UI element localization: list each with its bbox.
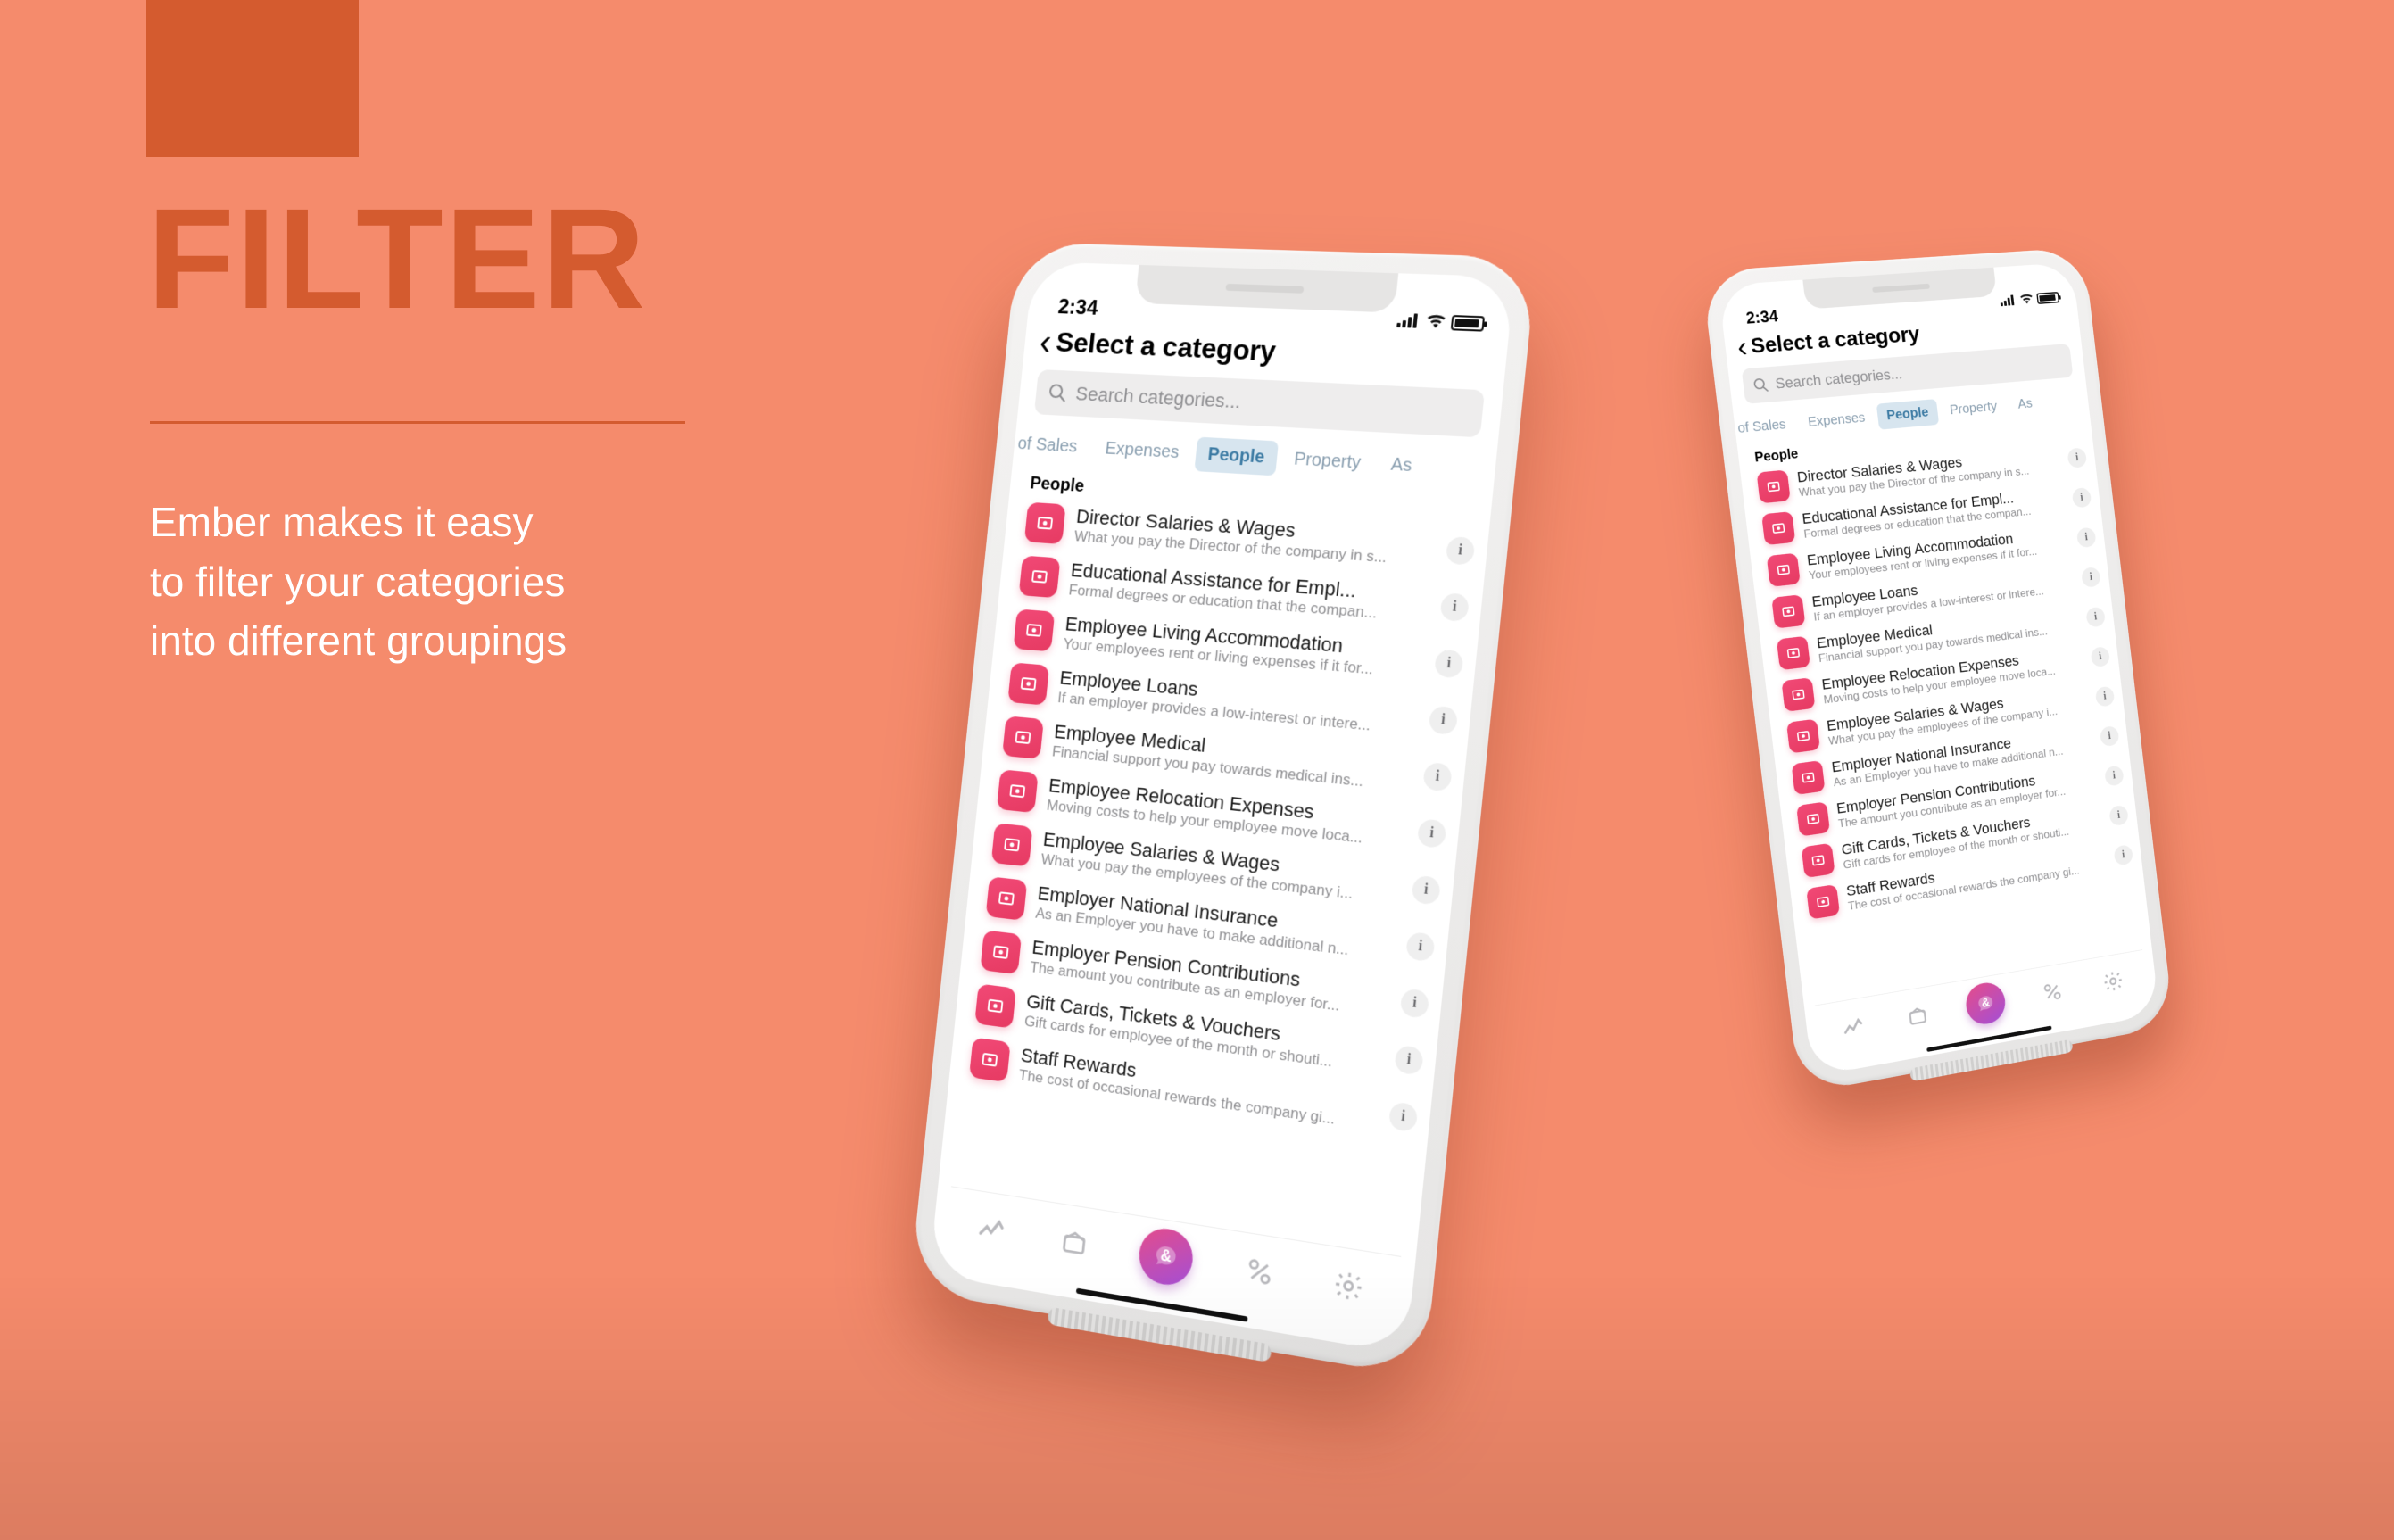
tab-fab-logo[interactable]: & bbox=[1137, 1225, 1196, 1289]
info-button[interactable]: i bbox=[1417, 818, 1447, 849]
info-button[interactable]: i bbox=[2108, 805, 2129, 826]
category-icon bbox=[1002, 716, 1044, 759]
info-button[interactable]: i bbox=[2067, 447, 2087, 468]
filter-tab[interactable]: Expenses bbox=[1092, 431, 1193, 470]
filter-tab[interactable]: People bbox=[1194, 437, 1278, 476]
info-button[interactable]: i bbox=[2095, 686, 2116, 708]
tab-box[interactable] bbox=[1901, 998, 1934, 1033]
tab-settings[interactable] bbox=[1326, 1262, 1371, 1311]
nav-title: Select a category bbox=[1055, 327, 1277, 368]
info-button[interactable]: i bbox=[1411, 875, 1441, 906]
category-icon bbox=[1802, 843, 1835, 878]
filter-tab[interactable]: Property bbox=[1940, 393, 2008, 425]
category-icon bbox=[1767, 553, 1801, 587]
category-list[interactable]: Director Salaries & Wages What you pay t… bbox=[1740, 436, 2152, 1007]
category-icon bbox=[1761, 511, 1795, 545]
copy-line: to filter your categories bbox=[150, 552, 567, 612]
category-icon bbox=[1786, 719, 1820, 754]
battery-icon bbox=[2036, 292, 2059, 304]
tab-insights[interactable] bbox=[1836, 1009, 1870, 1045]
info-button[interactable]: i bbox=[1434, 649, 1464, 678]
battery-icon bbox=[1451, 314, 1485, 331]
accent-block bbox=[146, 0, 359, 157]
category-icon bbox=[1771, 594, 1805, 628]
back-button[interactable]: ‹ bbox=[1736, 338, 1749, 356]
category-icon bbox=[1757, 469, 1791, 503]
phone-mockup-secondary: 2:34 ‹ Select a category Search categori… bbox=[1677, 116, 2213, 1205]
signal-icon bbox=[1396, 313, 1421, 328]
tab-box[interactable] bbox=[1053, 1219, 1096, 1265]
info-button[interactable]: i bbox=[2085, 607, 2106, 628]
svg-text:&: & bbox=[1160, 1246, 1172, 1265]
page-headline: FILTER bbox=[147, 187, 647, 330]
category-icon bbox=[1007, 662, 1049, 705]
info-button[interactable]: i bbox=[2100, 725, 2120, 747]
signal-icon bbox=[2000, 294, 2017, 306]
search-icon bbox=[1047, 382, 1068, 403]
category-icon bbox=[1019, 556, 1061, 599]
filter-tab[interactable]: As bbox=[1377, 447, 1427, 484]
info-button[interactable]: i bbox=[2090, 646, 2110, 667]
category-icon bbox=[1777, 636, 1810, 671]
category-icon bbox=[1013, 609, 1055, 651]
search-placeholder: Search categories... bbox=[1775, 365, 1903, 393]
tab-percent[interactable] bbox=[1238, 1248, 1282, 1296]
svg-text:&: & bbox=[1981, 996, 1991, 1010]
search-placeholder: Search categories... bbox=[1074, 383, 1241, 414]
category-icon bbox=[969, 1038, 1011, 1083]
category-icon bbox=[986, 876, 1028, 921]
info-button[interactable]: i bbox=[1400, 988, 1430, 1019]
divider bbox=[150, 421, 685, 424]
filter-tab[interactable]: of Sales bbox=[1012, 426, 1090, 465]
phone-mockup-primary: 2:34 ‹ Select a category Search categori… bbox=[946, 245, 1481, 1334]
category-icon bbox=[1024, 502, 1066, 544]
category-icon bbox=[1792, 760, 1826, 795]
copy-line: Ember makes it easy bbox=[150, 493, 567, 552]
tab-insights[interactable] bbox=[971, 1205, 1013, 1252]
category-icon bbox=[1796, 801, 1830, 836]
info-button[interactable]: i bbox=[2113, 844, 2133, 866]
tab-percent[interactable] bbox=[2036, 974, 2067, 1009]
info-button[interactable]: i bbox=[1405, 931, 1436, 962]
info-button[interactable]: i bbox=[2072, 487, 2092, 509]
info-button[interactable]: i bbox=[1446, 536, 1476, 566]
filter-tab[interactable]: As bbox=[2008, 390, 2042, 418]
info-button[interactable]: i bbox=[1439, 592, 1470, 622]
filter-tab[interactable]: People bbox=[1876, 399, 1939, 430]
search-icon bbox=[1752, 377, 1769, 394]
category-icon bbox=[997, 769, 1039, 813]
category-icon bbox=[991, 823, 1033, 866]
info-button[interactable]: i bbox=[1388, 1101, 1419, 1132]
info-button[interactable]: i bbox=[2081, 567, 2101, 588]
info-button[interactable]: i bbox=[1394, 1045, 1424, 1076]
info-button[interactable]: i bbox=[1429, 706, 1459, 735]
wifi-icon bbox=[2018, 290, 2034, 309]
category-icon bbox=[980, 930, 1022, 974]
filter-tab[interactable]: of Sales bbox=[1733, 411, 1796, 443]
filter-tab[interactable]: Property bbox=[1280, 442, 1375, 482]
category-list[interactable]: Director Salaries & Wages What you pay t… bbox=[939, 494, 1490, 1259]
info-button[interactable]: i bbox=[1422, 762, 1453, 792]
page-subcopy: Ember makes it easy to filter your categ… bbox=[150, 493, 567, 671]
wifi-icon bbox=[1425, 309, 1447, 335]
status-time: 2:34 bbox=[1745, 307, 1779, 328]
tab-settings[interactable] bbox=[2098, 965, 2129, 998]
category-icon bbox=[1806, 884, 1840, 920]
info-button[interactable]: i bbox=[2076, 527, 2097, 549]
filter-tab[interactable]: Expenses bbox=[1797, 404, 1876, 436]
category-icon bbox=[1781, 677, 1815, 712]
back-button[interactable]: ‹ bbox=[1039, 331, 1054, 353]
info-button[interactable]: i bbox=[2104, 765, 2125, 786]
copy-line: into different groupings bbox=[150, 611, 567, 671]
category-icon bbox=[974, 983, 1016, 1028]
tab-fab-logo[interactable]: & bbox=[1964, 980, 2008, 1027]
status-time: 2:34 bbox=[1057, 295, 1099, 321]
